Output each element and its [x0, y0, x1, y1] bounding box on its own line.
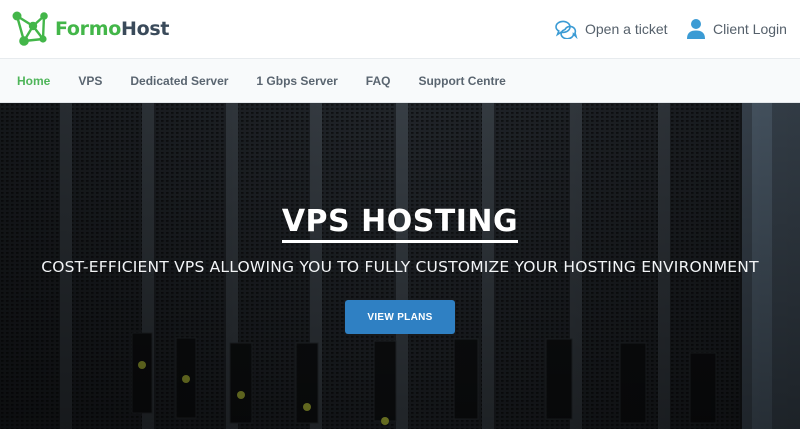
nav-item-dedicated-server[interactable]: Dedicated Server	[130, 74, 228, 88]
hero-title: VPS HOSTING	[0, 204, 800, 243]
logo[interactable]: FormoHost	[11, 10, 169, 48]
client-login-link[interactable]: Client Login	[686, 17, 787, 41]
open-ticket-link[interactable]: Open a ticket	[554, 17, 668, 41]
brand-name-part2: Host	[120, 17, 170, 40]
main-nav: Home VPS Dedicated Server 1 Gbps Server …	[0, 58, 800, 103]
view-plans-button[interactable]: VIEW PLANS	[345, 300, 455, 334]
hero-title-text: VPS HOSTING	[281, 204, 519, 243]
nav-item-support-centre[interactable]: Support Centre	[418, 74, 505, 88]
hero-subtitle: COST-EFFICIENT VPS ALLOWING YOU TO FULLY…	[41, 258, 759, 276]
open-ticket-label: Open a ticket	[585, 21, 668, 37]
chat-bubbles-icon	[554, 19, 578, 39]
nav-item-vps[interactable]: VPS	[78, 74, 102, 88]
site-header: FormoHost Open a ticket Client Login	[0, 0, 800, 58]
brand-name-part1: Formo	[55, 17, 121, 40]
brand-name: FormoHost	[55, 17, 170, 40]
nav-item-faq[interactable]: FAQ	[366, 74, 391, 88]
nav-item-home[interactable]: Home	[17, 74, 50, 88]
network-nodes-icon	[11, 10, 51, 48]
user-icon	[686, 18, 706, 40]
nav-item-1gbps-server[interactable]: 1 Gbps Server	[256, 74, 337, 88]
hero-banner: VPS HOSTING COST-EFFICIENT VPS ALLOWING …	[0, 103, 800, 429]
client-login-label: Client Login	[713, 21, 787, 37]
